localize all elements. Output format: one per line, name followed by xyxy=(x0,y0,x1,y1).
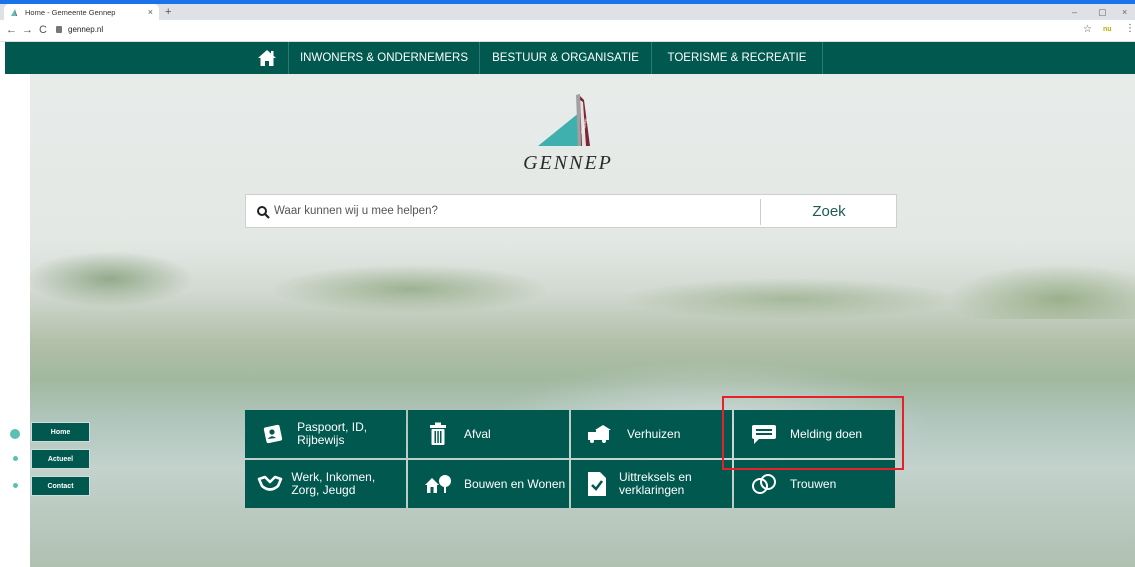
lock-icon xyxy=(56,26,62,33)
document-check-icon xyxy=(581,471,613,497)
window-close-button[interactable]: × xyxy=(1122,7,1127,17)
nav-item-inwoners[interactable]: INWONERS & ONDERNEMERS xyxy=(289,42,480,74)
browser-tab[interactable]: Home - Gemeente Gennep × xyxy=(4,4,159,20)
tab-title: Home - Gemeente Gennep xyxy=(25,7,116,17)
gennep-logo[interactable]: Gennep GENNEP xyxy=(518,90,618,180)
side-item-home[interactable]: Home xyxy=(31,422,90,442)
tile-label: Trouwen xyxy=(790,476,837,491)
house-tree-icon xyxy=(418,473,458,495)
minimize-button[interactable]: – xyxy=(1072,7,1077,17)
logo-text: GENNEP xyxy=(523,152,613,174)
tile-label: Uittreksels en verklaringen xyxy=(618,470,692,497)
tile-label: Werk, Inkomen, Zorg, Jeugd xyxy=(291,470,376,497)
search-box: Zoek xyxy=(245,194,897,228)
forward-button[interactable]: → xyxy=(22,24,33,36)
trash-icon xyxy=(418,422,458,446)
search-input[interactable] xyxy=(274,195,754,227)
tile-werk-inkomen[interactable]: Werk, Inkomen, Zorg, Jeugd xyxy=(245,460,406,508)
side-dot xyxy=(13,483,18,488)
tile-paspoort[interactable]: Paspoort, ID, Rijbewijs xyxy=(245,410,406,458)
logo-emblem: Gennep xyxy=(538,94,590,146)
nav-home-button[interactable] xyxy=(245,42,289,74)
rings-icon xyxy=(744,473,784,495)
id-card-icon xyxy=(255,423,291,445)
url-text: gennep.nl xyxy=(68,25,104,34)
nav-item-toerisme[interactable]: TOERISME & RECREATIE xyxy=(652,42,823,74)
tile-label: Bouwen en Wonen xyxy=(464,476,566,491)
address-bar: ← → C gennep.nl ☆ nu ⋮ xyxy=(0,20,1135,42)
tab-close-icon[interactable]: × xyxy=(148,7,153,17)
tile-label: Verhuizen xyxy=(627,426,681,441)
search-icon xyxy=(257,206,270,219)
favicon-icon xyxy=(11,8,17,16)
maximize-button[interactable]: ▢ xyxy=(1098,7,1107,18)
browser-menu-icon[interactable]: ⋮ xyxy=(1125,23,1135,34)
tile-afval[interactable]: Afval xyxy=(408,410,569,458)
highlight-box xyxy=(722,396,904,470)
url-field[interactable]: gennep.nl xyxy=(56,25,103,34)
back-button[interactable]: ← xyxy=(6,24,17,36)
side-dot-active xyxy=(10,429,20,439)
tile-uittreksels[interactable]: Uittreksels en verklaringen xyxy=(571,460,732,508)
tab-bar: Home - Gemeente Gennep × + – ▢ × xyxy=(0,4,1135,20)
tile-bouwen-wonen[interactable]: Bouwen en Wonen xyxy=(408,460,569,508)
reload-button[interactable]: C xyxy=(39,24,47,36)
moving-truck-icon xyxy=(581,424,621,444)
side-item-actueel[interactable]: Actueel xyxy=(31,449,90,469)
side-item-contact[interactable]: Contact xyxy=(31,476,90,496)
extension-icon[interactable]: nu xyxy=(1103,26,1112,33)
new-tab-button[interactable]: + xyxy=(165,6,171,18)
search-button[interactable]: Zoek xyxy=(761,195,897,227)
tile-label: Paspoort, ID, Rijbewijs xyxy=(297,420,368,447)
tile-label: Afval xyxy=(464,426,491,441)
home-icon xyxy=(257,50,276,66)
hands-icon xyxy=(255,474,285,494)
tile-verhuizen[interactable]: Verhuizen xyxy=(571,410,732,458)
nav-item-bestuur[interactable]: BESTUUR & ORGANISATIE xyxy=(480,42,652,74)
bookmark-star-icon[interactable]: ☆ xyxy=(1083,24,1092,35)
side-dot xyxy=(13,456,18,461)
main-navigation: INWONERS & ONDERNEMERS BESTUUR & ORGANIS… xyxy=(5,42,1135,74)
